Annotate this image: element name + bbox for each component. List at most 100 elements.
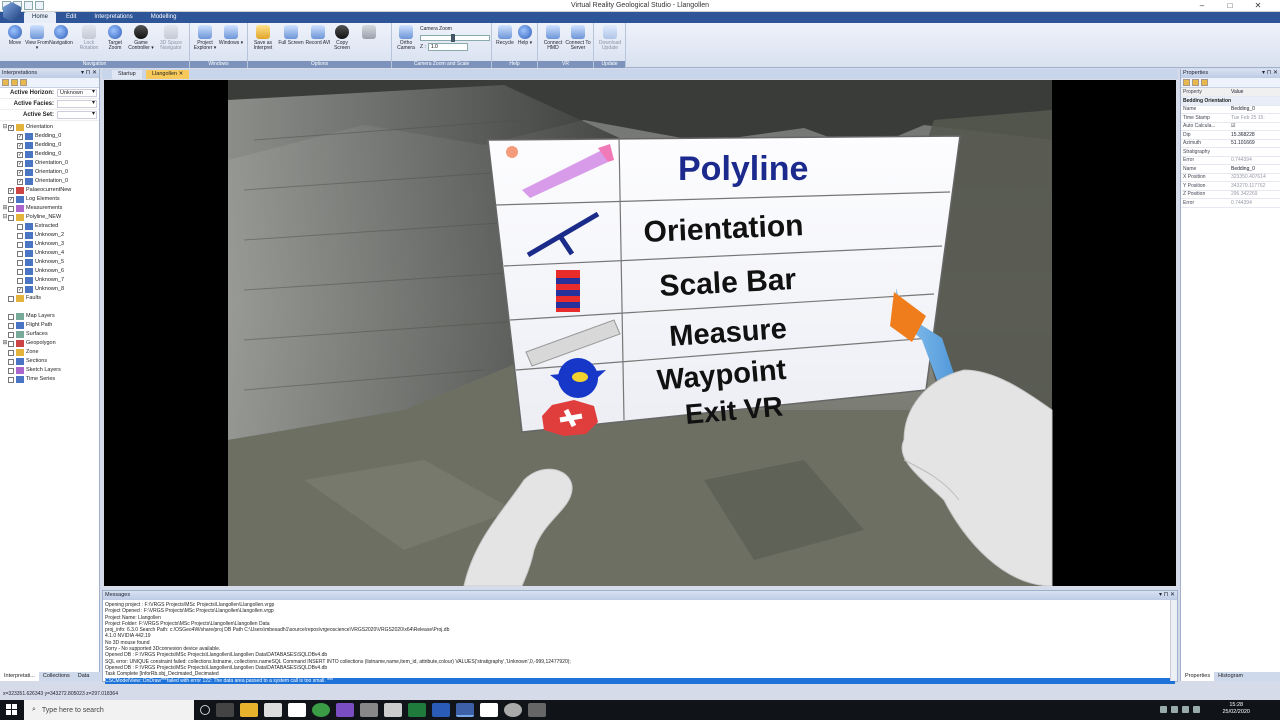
windows-button[interactable]: Windows ▾ [218, 25, 244, 46]
tree-checkbox[interactable] [17, 277, 23, 284]
property-category[interactable]: Bedding Orientation [1181, 96, 1280, 106]
tree-checkbox[interactable] [8, 340, 14, 347]
message-line[interactable]: CSCModelView::OnDraw***failed with error… [105, 677, 1175, 684]
z-scale-input[interactable] [427, 43, 468, 51]
vrgs-app-icon[interactable] [456, 703, 474, 717]
tree-item[interactable]: Unknown_4 [0, 249, 99, 258]
tree-item[interactable]: Unknown_5 [0, 258, 99, 267]
clock[interactable]: 15:28 25/02/2020 [1222, 702, 1250, 716]
tree-checkbox[interactable] [17, 241, 23, 248]
tree-checkbox[interactable]: ✓ [17, 142, 23, 149]
tree-checkbox[interactable]: ✓ [17, 286, 23, 293]
record-avi-button[interactable]: Record AVI [305, 25, 331, 46]
file-explorer-icon[interactable] [240, 703, 258, 717]
task-view-icon[interactable] [216, 703, 234, 717]
categorized-icon[interactable] [1183, 79, 1190, 86]
property-value[interactable]: 15.368228 [1229, 130, 1280, 140]
visual-studio-icon[interactable] [336, 703, 354, 717]
tree-item[interactable]: ✓ Unknown_8 [0, 285, 99, 294]
property-value[interactable]: Bedding_0 [1229, 105, 1280, 114]
property-row[interactable]: Dip 15.368228 [1181, 130, 1280, 140]
tree-item[interactable]: ✓ Bedding_0 [0, 132, 99, 141]
tree-item[interactable]: ⊞ Geopolygon [0, 339, 99, 348]
full-screen-button[interactable]: Full Screen [278, 25, 304, 46]
alphabetical-icon[interactable] [1192, 79, 1199, 86]
tree-checkbox[interactable] [8, 322, 14, 329]
property-value[interactable]: 0.744394 [1229, 198, 1280, 208]
property-row[interactable]: X Position 323350.407614 [1181, 173, 1280, 182]
tree-checkbox[interactable] [17, 259, 23, 266]
active-horizon-select[interactable]: Unknown [57, 89, 97, 97]
tree-checkbox[interactable] [8, 349, 14, 356]
keyboard-icon[interactable] [1193, 706, 1200, 713]
tab-home[interactable]: Home [24, 12, 57, 23]
tree-checkbox[interactable]: ✓ [8, 124, 14, 131]
volume-icon[interactable] [1171, 706, 1178, 713]
folder-icon[interactable] [2, 79, 9, 86]
property-pages-icon[interactable] [1201, 79, 1208, 86]
battery-icon[interactable] [1182, 706, 1189, 713]
tree-item[interactable]: ✓ Bedding_0 [0, 150, 99, 159]
tree-checkbox[interactable] [8, 295, 14, 302]
maximize-button[interactable]: □ [1216, 0, 1244, 12]
mail-icon[interactable] [288, 703, 306, 717]
space-navigator-button[interactable]: 3D Space Navigator [158, 25, 184, 51]
vr-3d-viewport[interactable]: Polyline Orientation Scale Bar Measure W… [104, 80, 1176, 586]
doc-tab-llangollen[interactable]: Llangollen ✕ [146, 70, 190, 79]
tab-interpretations[interactable]: Interpretations [86, 12, 140, 23]
tab-edit[interactable]: Edit [58, 12, 84, 23]
tree-item[interactable]: ✓ PalaeocurrentNew [0, 186, 99, 195]
property-row[interactable]: Stratigraphy [1181, 147, 1280, 157]
help-button[interactable]: Help ▾ [512, 25, 538, 46]
tree-checkbox[interactable] [8, 367, 14, 374]
property-row[interactable]: Error 0.744394 [1181, 198, 1280, 208]
app-icon[interactable] [360, 703, 378, 717]
property-row[interactable]: Azimuth 51.101669 [1181, 139, 1280, 148]
network-icon[interactable] [1160, 706, 1167, 713]
tree-item[interactable]: ✓ Orientation_0 [0, 177, 99, 186]
panel-pin-close-icon[interactable]: ▾ ⊓ ✕ [1159, 591, 1175, 600]
property-row[interactable]: Time Stamp Tue Feb 25 15: [1181, 113, 1280, 123]
tree-item[interactable]: Sections [0, 357, 99, 366]
tree-checkbox[interactable] [8, 313, 14, 320]
sort-icon[interactable] [11, 79, 18, 86]
tree-checkbox[interactable]: ✓ [17, 178, 23, 185]
property-value[interactable]: 51.101669 [1229, 139, 1280, 148]
lock-rotation-button[interactable]: Lock Rotation [76, 25, 102, 51]
property-row[interactable]: Auto Calcula... ☑ [1181, 122, 1280, 131]
tree-checkbox[interactable]: ✓ [17, 151, 23, 158]
property-value[interactable]: Tue Feb 25 15: [1229, 113, 1280, 123]
settings-icon[interactable] [504, 703, 522, 717]
filter-icon[interactable] [20, 79, 27, 86]
property-row[interactable]: Name Bedding_0 [1181, 105, 1280, 114]
tree-checkbox[interactable]: ✓ [17, 169, 23, 176]
slider-thumb[interactable] [451, 34, 455, 42]
excel-icon[interactable] [408, 703, 426, 717]
close-button[interactable]: ✕ [1244, 0, 1272, 12]
tree-item[interactable]: Extracted [0, 222, 99, 231]
tab-modelling[interactable]: Modelling [143, 12, 185, 23]
tree-item[interactable]: Unknown_7 [0, 276, 99, 285]
tab-histogram[interactable]: Histogram [1214, 672, 1247, 681]
tree-checkbox[interactable]: ✓ [17, 160, 23, 167]
property-row[interactable]: Name Bedding_0 [1181, 164, 1280, 174]
tab-data[interactable]: Data [74, 672, 94, 681]
tab-interpretations-panel[interactable]: Interpretati... [0, 672, 39, 681]
property-value[interactable] [1229, 147, 1280, 157]
messages-log[interactable]: Opening project : F:\VRGS Projects\MSc P… [103, 600, 1177, 684]
tree-checkbox[interactable] [8, 331, 14, 338]
camera-zoom-slider[interactable] [420, 34, 490, 42]
windows-start-icon[interactable] [6, 704, 18, 716]
view-from-button[interactable]: View From ▾ [24, 25, 50, 51]
property-row[interactable]: Y Position 343270.117762 [1181, 181, 1280, 191]
tree-item[interactable]: Sketch Layers [0, 366, 99, 375]
tree-item[interactable]: ✓ Bedding_0 [0, 141, 99, 150]
tree-item[interactable]: ✓ Orientation_0 [0, 159, 99, 168]
tab-properties[interactable]: Properties [1181, 672, 1215, 681]
property-value[interactable]: ☑ [1229, 122, 1280, 131]
tree-checkbox[interactable] [8, 358, 14, 365]
save-as-interpret-button[interactable]: Save as Interpret [250, 25, 276, 51]
tree-item[interactable]: ✓ Log Elements [0, 195, 99, 204]
copy-screen-button[interactable]: Copy Screen [329, 25, 355, 51]
tree-item[interactable]: Surfaces [0, 330, 99, 339]
